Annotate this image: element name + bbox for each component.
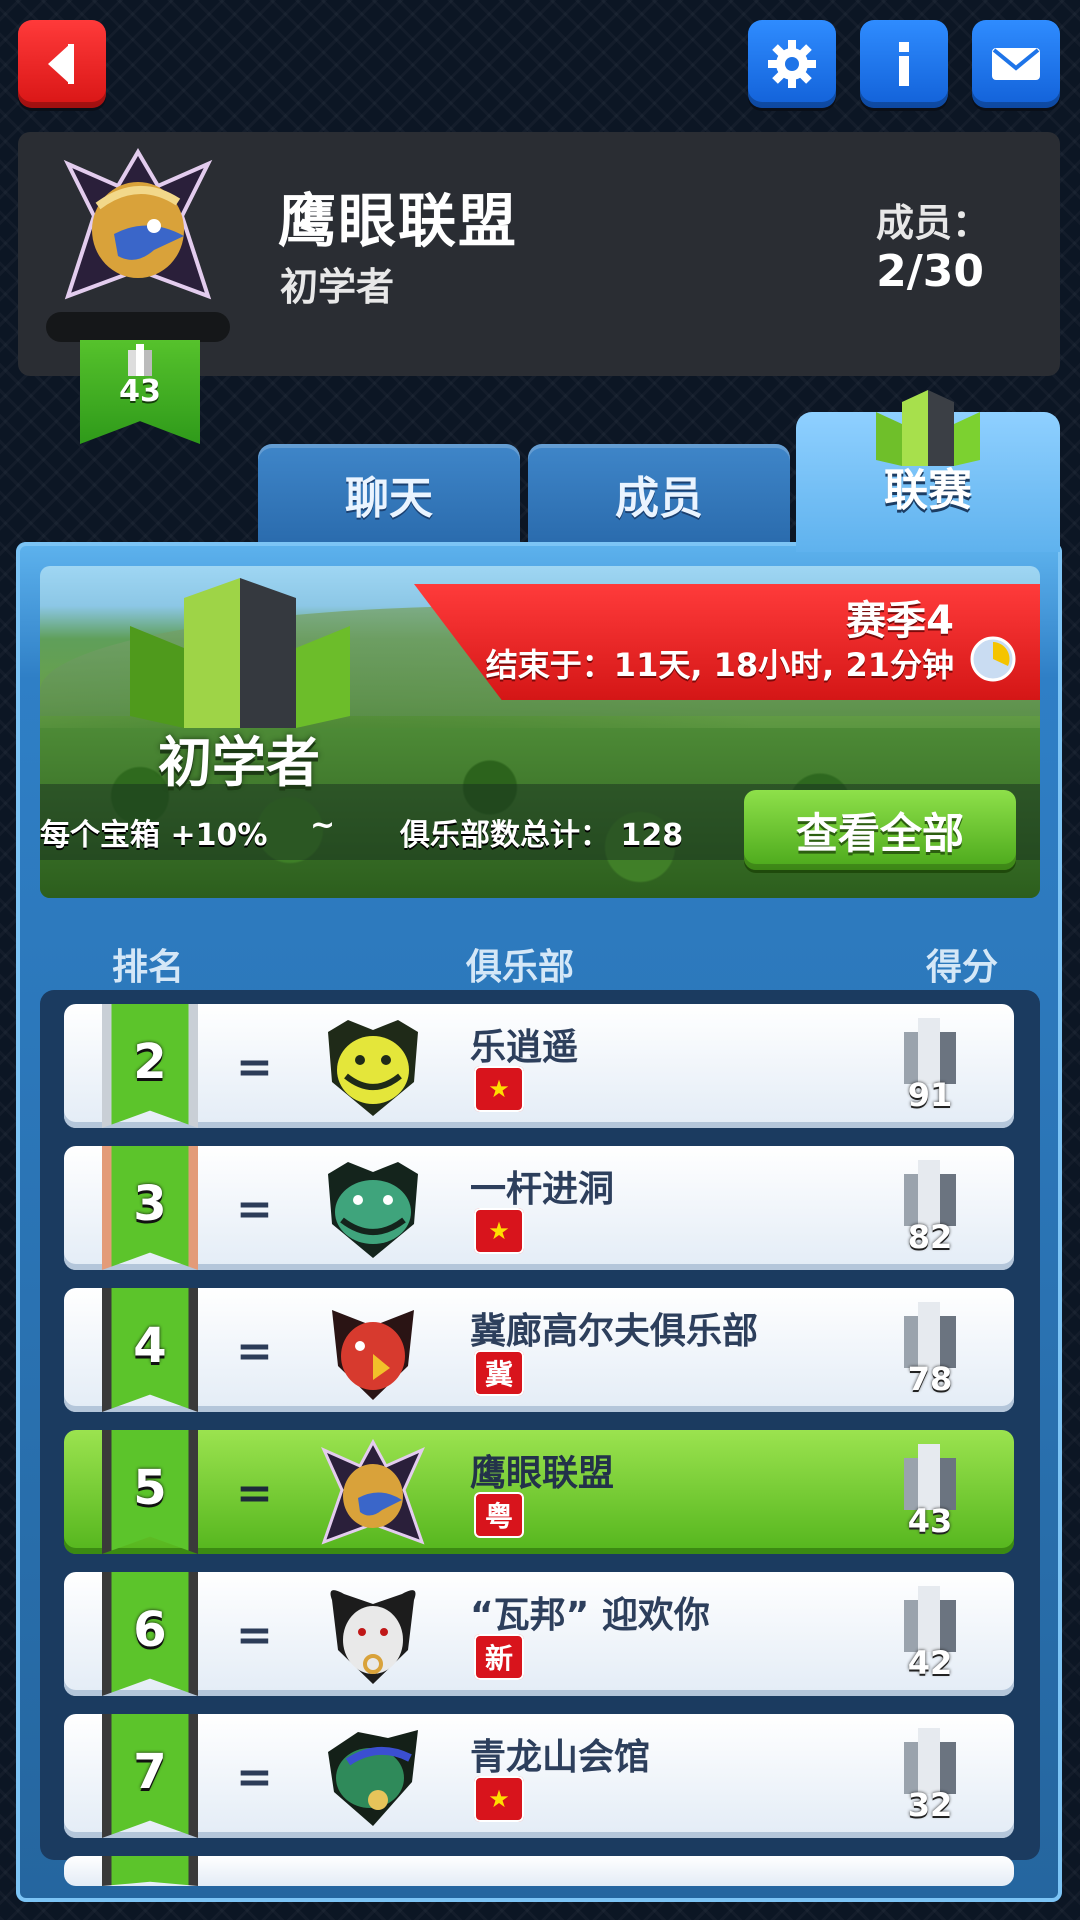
- trophy-icon: [904, 1728, 956, 1794]
- club-name: 鹰眼联盟: [278, 187, 519, 255]
- club-points: 43: [119, 374, 161, 409]
- tab-league[interactable]: 联赛: [796, 390, 1060, 552]
- column-club: 俱乐部: [466, 947, 575, 988]
- view-all-button[interactable]: 查看全部: [744, 790, 1016, 870]
- club-score: 32: [907, 1786, 953, 1824]
- rank-number: 6: [133, 1602, 167, 1658]
- club-name: 青龙山会馆: [470, 1737, 651, 1778]
- rank-number: 4: [133, 1318, 167, 1374]
- region-badge: 粤: [474, 1492, 524, 1538]
- club-emblem-icon: [330, 1590, 416, 1684]
- gear-icon: [768, 40, 816, 88]
- rank-change: =: [236, 1468, 273, 1519]
- mail-icon: [992, 48, 1040, 80]
- rank-change: =: [236, 1042, 273, 1093]
- members-label: 成员：: [875, 201, 990, 245]
- trophy-icon: [904, 1018, 956, 1084]
- tab-league-label: 联赛: [884, 465, 972, 516]
- china-flag-icon: ★: [474, 1208, 524, 1254]
- info-button[interactable]: [860, 20, 948, 108]
- leaderboard-row[interactable]: 7 = 青龙山会馆 ★ 32: [64, 1714, 1014, 1838]
- trophy-icon: [904, 1586, 956, 1652]
- club-emblem-icon: [328, 1730, 418, 1826]
- club-score: 91: [907, 1076, 953, 1114]
- club-crest-icon: [63, 148, 213, 300]
- club-name: “瓦邦” 迎欢你: [470, 1595, 710, 1636]
- club-score: 82: [907, 1218, 953, 1256]
- column-rank: 排名: [112, 947, 185, 988]
- club-points-badge: 43: [80, 340, 200, 444]
- rank-change: =: [236, 1326, 273, 1377]
- mail-button[interactable]: [972, 20, 1060, 108]
- trophy-icon: [904, 1160, 956, 1226]
- club-score: 43: [907, 1502, 953, 1540]
- leaderboard-row[interactable]: 6 = “瓦邦” 迎欢你 新 42: [64, 1572, 1014, 1696]
- club-score: 78: [907, 1360, 953, 1398]
- rank-number: 2: [133, 1034, 167, 1090]
- club-header-card: 鹰眼联盟 初学者 成员： 2/30: [18, 132, 1060, 376]
- club-name: 一杆进洞: [470, 1169, 615, 1210]
- tier-emblem-icon: [130, 578, 350, 728]
- trophy-icon: [128, 344, 152, 376]
- rank-number: 7: [133, 1744, 167, 1800]
- season-countdown: 结束于：11天, 18小时, 21分钟: [485, 646, 954, 684]
- tab-members[interactable]: 成员: [528, 444, 790, 544]
- club-score: 42: [907, 1644, 953, 1682]
- rank-number: 5: [133, 1460, 167, 1516]
- club-total: 俱乐部数总计： 128: [400, 818, 684, 853]
- back-button[interactable]: [18, 20, 106, 108]
- leaderboard-row[interactable]: 3 = 一杆进洞 ★ 82: [64, 1146, 1014, 1270]
- rank-change: =: [236, 1184, 273, 1235]
- back-arrow-icon: [48, 44, 74, 84]
- region-badge: 冀: [474, 1350, 524, 1396]
- china-flag-icon: ★: [474, 1066, 524, 1112]
- chest-bonus: 每个宝箱 +10%: [40, 818, 268, 853]
- season-title: 赛季4: [846, 598, 954, 644]
- club-emblem-icon: [328, 1162, 418, 1258]
- club-name: 冀廊高尔夫俱乐部: [470, 1311, 759, 1352]
- trophy-icon: [904, 1302, 956, 1368]
- club-emblem-icon: [328, 1020, 418, 1116]
- column-score: 得分: [926, 947, 999, 988]
- rank-number: 3: [133, 1176, 167, 1232]
- club-emblem-icon: [332, 1310, 414, 1400]
- leaderboard-row[interactable]: 2 = 乐逍遥 ★ 91: [64, 1004, 1014, 1128]
- leaderboard-row-own-club[interactable]: 5 = 鹰眼联盟 粤 43: [64, 1430, 1014, 1554]
- settings-button[interactable]: [748, 20, 836, 108]
- china-flag-icon: ★: [474, 1776, 524, 1822]
- info-icon: [899, 42, 909, 86]
- crest-progress-bar: [46, 312, 230, 342]
- rank-ribbon: [102, 1856, 198, 1886]
- bonus-separator: ~: [310, 808, 336, 843]
- club-tier: 初学者: [280, 265, 395, 309]
- club-name: 鹰眼联盟: [470, 1453, 615, 1494]
- region-badge: 新: [474, 1634, 524, 1680]
- club-name: 乐逍遥: [470, 1027, 579, 1068]
- tier-label: 初学者: [158, 731, 320, 794]
- clock-icon: [970, 636, 1016, 682]
- leaderboard-row-partial[interactable]: [64, 1856, 1014, 1886]
- rank-change: =: [236, 1610, 273, 1661]
- members-count: 2/30: [876, 246, 984, 297]
- trophy-icon: [904, 1444, 956, 1510]
- rank-change: =: [236, 1752, 273, 1803]
- club-emblem-icon: [321, 1438, 425, 1545]
- tab-chat[interactable]: 聊天: [258, 444, 520, 544]
- leaderboard-row[interactable]: 4 = 冀廊高尔夫俱乐部 冀 78: [64, 1288, 1014, 1412]
